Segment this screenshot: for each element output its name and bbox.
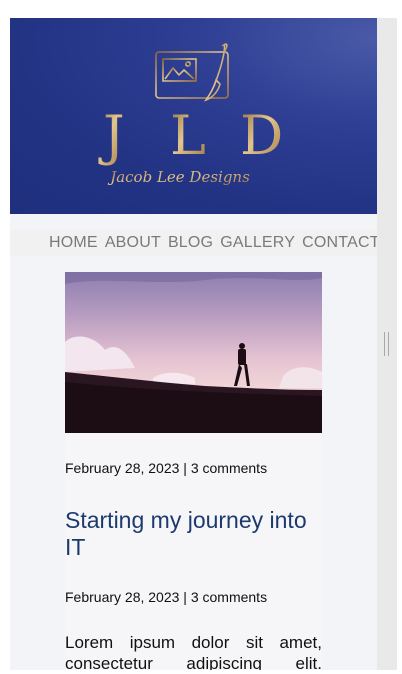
nav-item-gallery[interactable]: GALLERY <box>220 234 295 252</box>
nav-item-about[interactable]: ABOUT <box>105 234 161 252</box>
site-header: J L D Jacob Lee Designs <box>10 18 377 214</box>
nav-item-home[interactable]: HOME <box>49 234 98 252</box>
main-nav: HOME ABOUT BLOG GALLERY CONTACT <box>10 230 377 256</box>
scrollbar-grip[interactable] <box>384 332 389 356</box>
blog-post-card: February 28, 2023 | 3 comments Starting … <box>65 272 322 674</box>
post-meta-top: February 28, 2023 | 3 comments <box>65 460 268 476</box>
site-logo[interactable]: J L D Jacob Lee Designs <box>10 18 377 214</box>
post-meta-bottom: February 28, 2023 | 3 comments <box>65 589 268 605</box>
brand-initial-d: D <box>240 104 283 167</box>
post-hero-image[interactable] <box>65 272 322 433</box>
post-title[interactable]: Starting my journey into IT <box>65 507 322 561</box>
brand-initial-l: L <box>170 104 206 167</box>
bottom-edge <box>0 670 402 674</box>
brand-tagline: Jacob Lee Designs <box>107 168 250 186</box>
post-excerpt: Lorem ipsum dolor sit amet, consectetur … <box>65 633 322 673</box>
nav-item-contact[interactable]: CONTACT <box>302 234 377 252</box>
nav-item-blog[interactable]: BLOG <box>168 234 213 252</box>
brand-initial-j: J <box>98 104 125 167</box>
page-viewport: J L D Jacob Lee Designs HOME ABOUT BLOG … <box>10 18 377 674</box>
